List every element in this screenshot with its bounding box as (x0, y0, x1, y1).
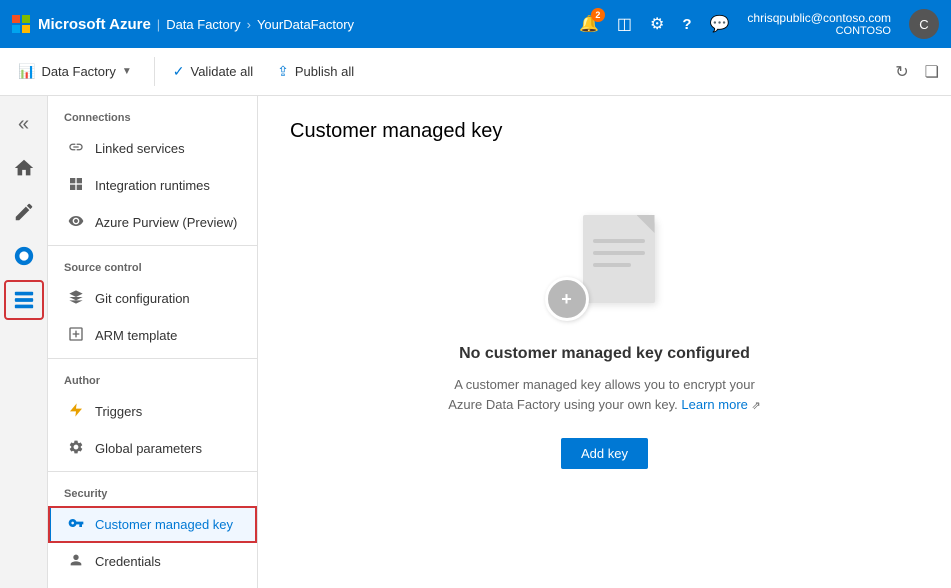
breadcrumb-resource[interactable]: YourDataFactory (257, 17, 354, 32)
breadcrumb-service[interactable]: Data Factory (166, 17, 240, 32)
datafactory-button[interactable]: 📊 Data Factory ▼ (8, 57, 142, 86)
sidebar-item-azure-purview[interactable]: Azure Purview (Preview) (48, 204, 257, 241)
git-configuration-label: Git configuration (95, 291, 190, 306)
external-link-icon: ⇗ (752, 400, 761, 412)
sidebar-item-triggers[interactable]: Triggers (48, 393, 257, 430)
sidebar-icon-manage[interactable] (4, 280, 44, 320)
user-email: chrisqpublic@contoso.com (747, 11, 891, 25)
sidebar-icon-edit[interactable] (4, 192, 44, 232)
settings-icon[interactable]: ⚙ (650, 14, 664, 34)
avatar[interactable]: C (909, 9, 939, 39)
sidebar-icon-home[interactable] (4, 148, 44, 188)
customer-managed-key-label: Customer managed key (95, 517, 233, 532)
breadcrumb: Data Factory › YourDataFactory (166, 17, 354, 32)
help-icon[interactable]: ? (682, 16, 691, 33)
breadcrumb-sep: | (157, 17, 160, 32)
toolbar-right: ↻ ❏ (891, 58, 943, 86)
microsoft-logo (12, 15, 30, 33)
azure-purview-label: Azure Purview (Preview) (95, 215, 237, 230)
triggers-icon (67, 402, 85, 421)
brand-logo: Microsoft Azure (12, 15, 151, 33)
git-configuration-icon (67, 289, 85, 308)
content-area: Customer managed key + No customer manag… (258, 96, 951, 588)
datafactory-icon: 📊 (18, 63, 35, 80)
sidebar-item-integration-runtimes[interactable]: Integration runtimes (48, 167, 257, 204)
breadcrumb-arrow: › (247, 17, 251, 32)
arm-template-icon (67, 326, 85, 345)
portals-icon[interactable]: ◫ (617, 14, 632, 34)
global-parameters-label: Global parameters (95, 441, 202, 456)
triggers-label: Triggers (95, 404, 142, 419)
publish-icon: ⇪ (277, 63, 289, 80)
azure-purview-icon (67, 213, 85, 232)
empty-state-title: No customer managed key configured (459, 345, 750, 363)
fullscreen-icon[interactable]: ❏ (921, 58, 943, 86)
publish-label: Publish all (295, 64, 354, 79)
credentials-icon (67, 552, 85, 571)
sidebar-item-arm-template[interactable]: ARM template (48, 317, 257, 354)
integration-runtimes-icon (67, 176, 85, 195)
source-control-section-header: Source control (48, 245, 257, 280)
user-org: CONTOSO (836, 25, 891, 37)
linked-services-label: Linked services (95, 141, 185, 156)
main-layout: « Connections Linked services Integra (0, 96, 951, 588)
sidebar-icon-rail: « (0, 96, 48, 588)
topbar: Microsoft Azure | Data Factory › YourDat… (0, 0, 951, 48)
arm-template-label: ARM template (95, 328, 177, 343)
datafactory-label: Data Factory (41, 64, 115, 79)
validate-all-button[interactable]: ✓ Validate all (163, 57, 263, 86)
learn-more-link[interactable]: Learn more (681, 397, 747, 412)
empty-illustration: + (545, 215, 665, 325)
security-section-header: Security (48, 471, 257, 506)
connections-section-header: Connections (48, 96, 257, 130)
topbar-actions: 🔔 2 ◫ ⚙ ? 💬 chrisqpublic@contoso.com CON… (579, 9, 939, 39)
empty-state-description: A customer managed key allows you to enc… (445, 375, 765, 414)
author-section-header: Author (48, 358, 257, 393)
collapse-sidebar-button[interactable]: « (4, 104, 44, 144)
secondary-toolbar: 📊 Data Factory ▼ ✓ Validate all ⇪ Publis… (0, 48, 951, 96)
linked-services-icon (67, 139, 85, 158)
sidebar-item-global-parameters[interactable]: Global parameters (48, 430, 257, 467)
sidebar-item-managed-private-endpoints: Managed private endpoints (48, 580, 257, 588)
credentials-label: Credentials (95, 554, 161, 569)
validate-label: Validate all (191, 64, 254, 79)
user-info: chrisqpublic@contoso.com CONTOSO (747, 11, 891, 37)
publish-all-button[interactable]: ⇪ Publish all (267, 57, 364, 86)
notifications-icon[interactable]: 🔔 2 (579, 14, 599, 34)
sidebar-item-credentials[interactable]: Credentials (48, 543, 257, 580)
add-key-button[interactable]: Add key (561, 438, 648, 469)
global-parameters-icon (67, 439, 85, 458)
datafactory-group: 📊 Data Factory ▼ (8, 57, 155, 86)
sidebar-nav: Connections Linked services Integration … (48, 96, 258, 588)
chevron-down-icon: ▼ (122, 66, 132, 77)
sidebar-item-linked-services[interactable]: Linked services (48, 130, 257, 167)
integration-runtimes-label: Integration runtimes (95, 178, 210, 193)
brand-name: Microsoft Azure (38, 16, 151, 33)
sidebar-item-customer-managed-key[interactable]: Customer managed key (48, 506, 257, 543)
feedback-icon[interactable]: 💬 (710, 14, 730, 34)
refresh-icon[interactable]: ↻ (891, 58, 912, 86)
notifications-badge: 2 (591, 8, 605, 22)
empty-state: + No customer managed key configured A c… (290, 175, 919, 509)
sidebar-icon-monitor[interactable] (4, 236, 44, 276)
customer-managed-key-icon (67, 515, 85, 534)
validate-icon: ✓ (173, 63, 185, 80)
page-title: Customer managed key (290, 120, 919, 143)
sidebar-item-git-configuration[interactable]: Git configuration (48, 280, 257, 317)
